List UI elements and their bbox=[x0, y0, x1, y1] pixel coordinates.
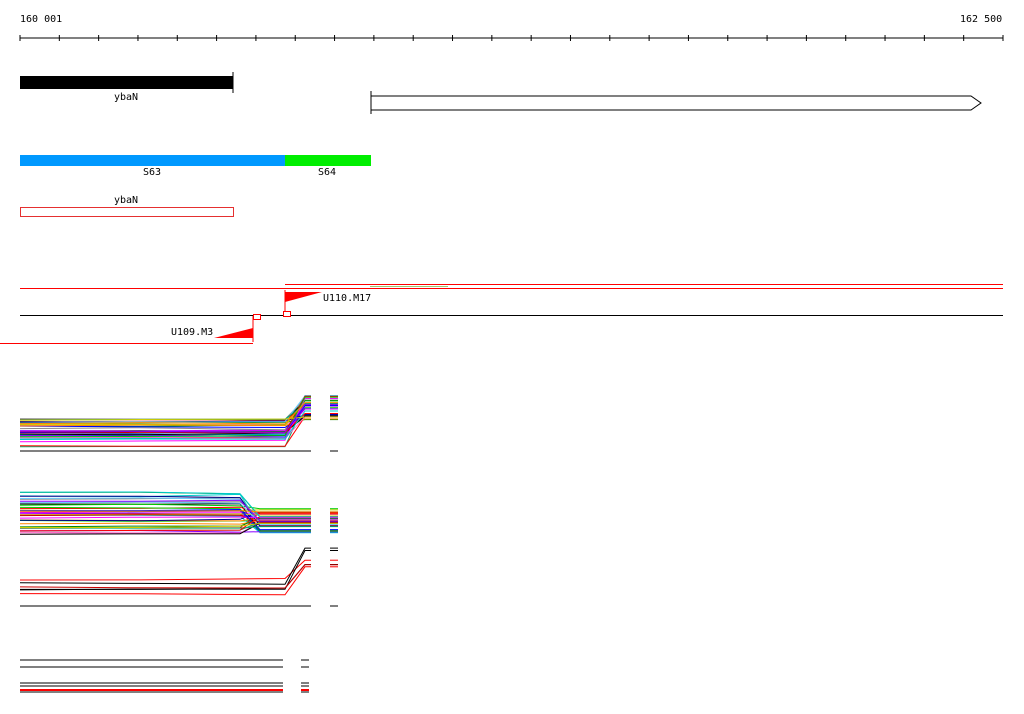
annotation-label-ybaN: ybaN bbox=[114, 195, 139, 206]
gene-bar-ybaN[interactable] bbox=[20, 76, 233, 89]
profile-line bbox=[19, 559, 311, 581]
probe-upper-label: U110.M17 bbox=[323, 293, 372, 304]
expression-profiles bbox=[19, 395, 338, 693]
fragment-s63-label: S63 bbox=[143, 167, 162, 178]
probe-lower-flag[interactable] bbox=[214, 328, 253, 338]
profile-block bbox=[20, 659, 309, 693]
probe-track bbox=[0, 284, 1003, 344]
profile-line bbox=[20, 564, 311, 590]
ruler-axis bbox=[19, 35, 1004, 41]
annotation-ybaN-box[interactable] bbox=[20, 207, 234, 217]
fragment-s64-label: S64 bbox=[318, 167, 337, 178]
profile-block bbox=[19, 491, 338, 535]
fragment-s63-bar[interactable] bbox=[20, 155, 285, 166]
profile-line bbox=[19, 404, 311, 421]
gene-label-ybaN: ybaN bbox=[114, 92, 139, 103]
profile-line bbox=[19, 398, 311, 420]
probe-lower-label: U109.M3 bbox=[171, 327, 214, 338]
profile-line bbox=[19, 566, 311, 596]
probe-upper-flag[interactable] bbox=[285, 292, 322, 302]
profile-block bbox=[19, 547, 338, 596]
genome-track-view bbox=[0, 35, 1004, 693]
profile-block bbox=[19, 395, 338, 448]
fragment-s64-bar[interactable] bbox=[285, 155, 371, 166]
gene-arrow-outline[interactable] bbox=[370, 95, 982, 111]
profile-line bbox=[19, 403, 311, 421]
